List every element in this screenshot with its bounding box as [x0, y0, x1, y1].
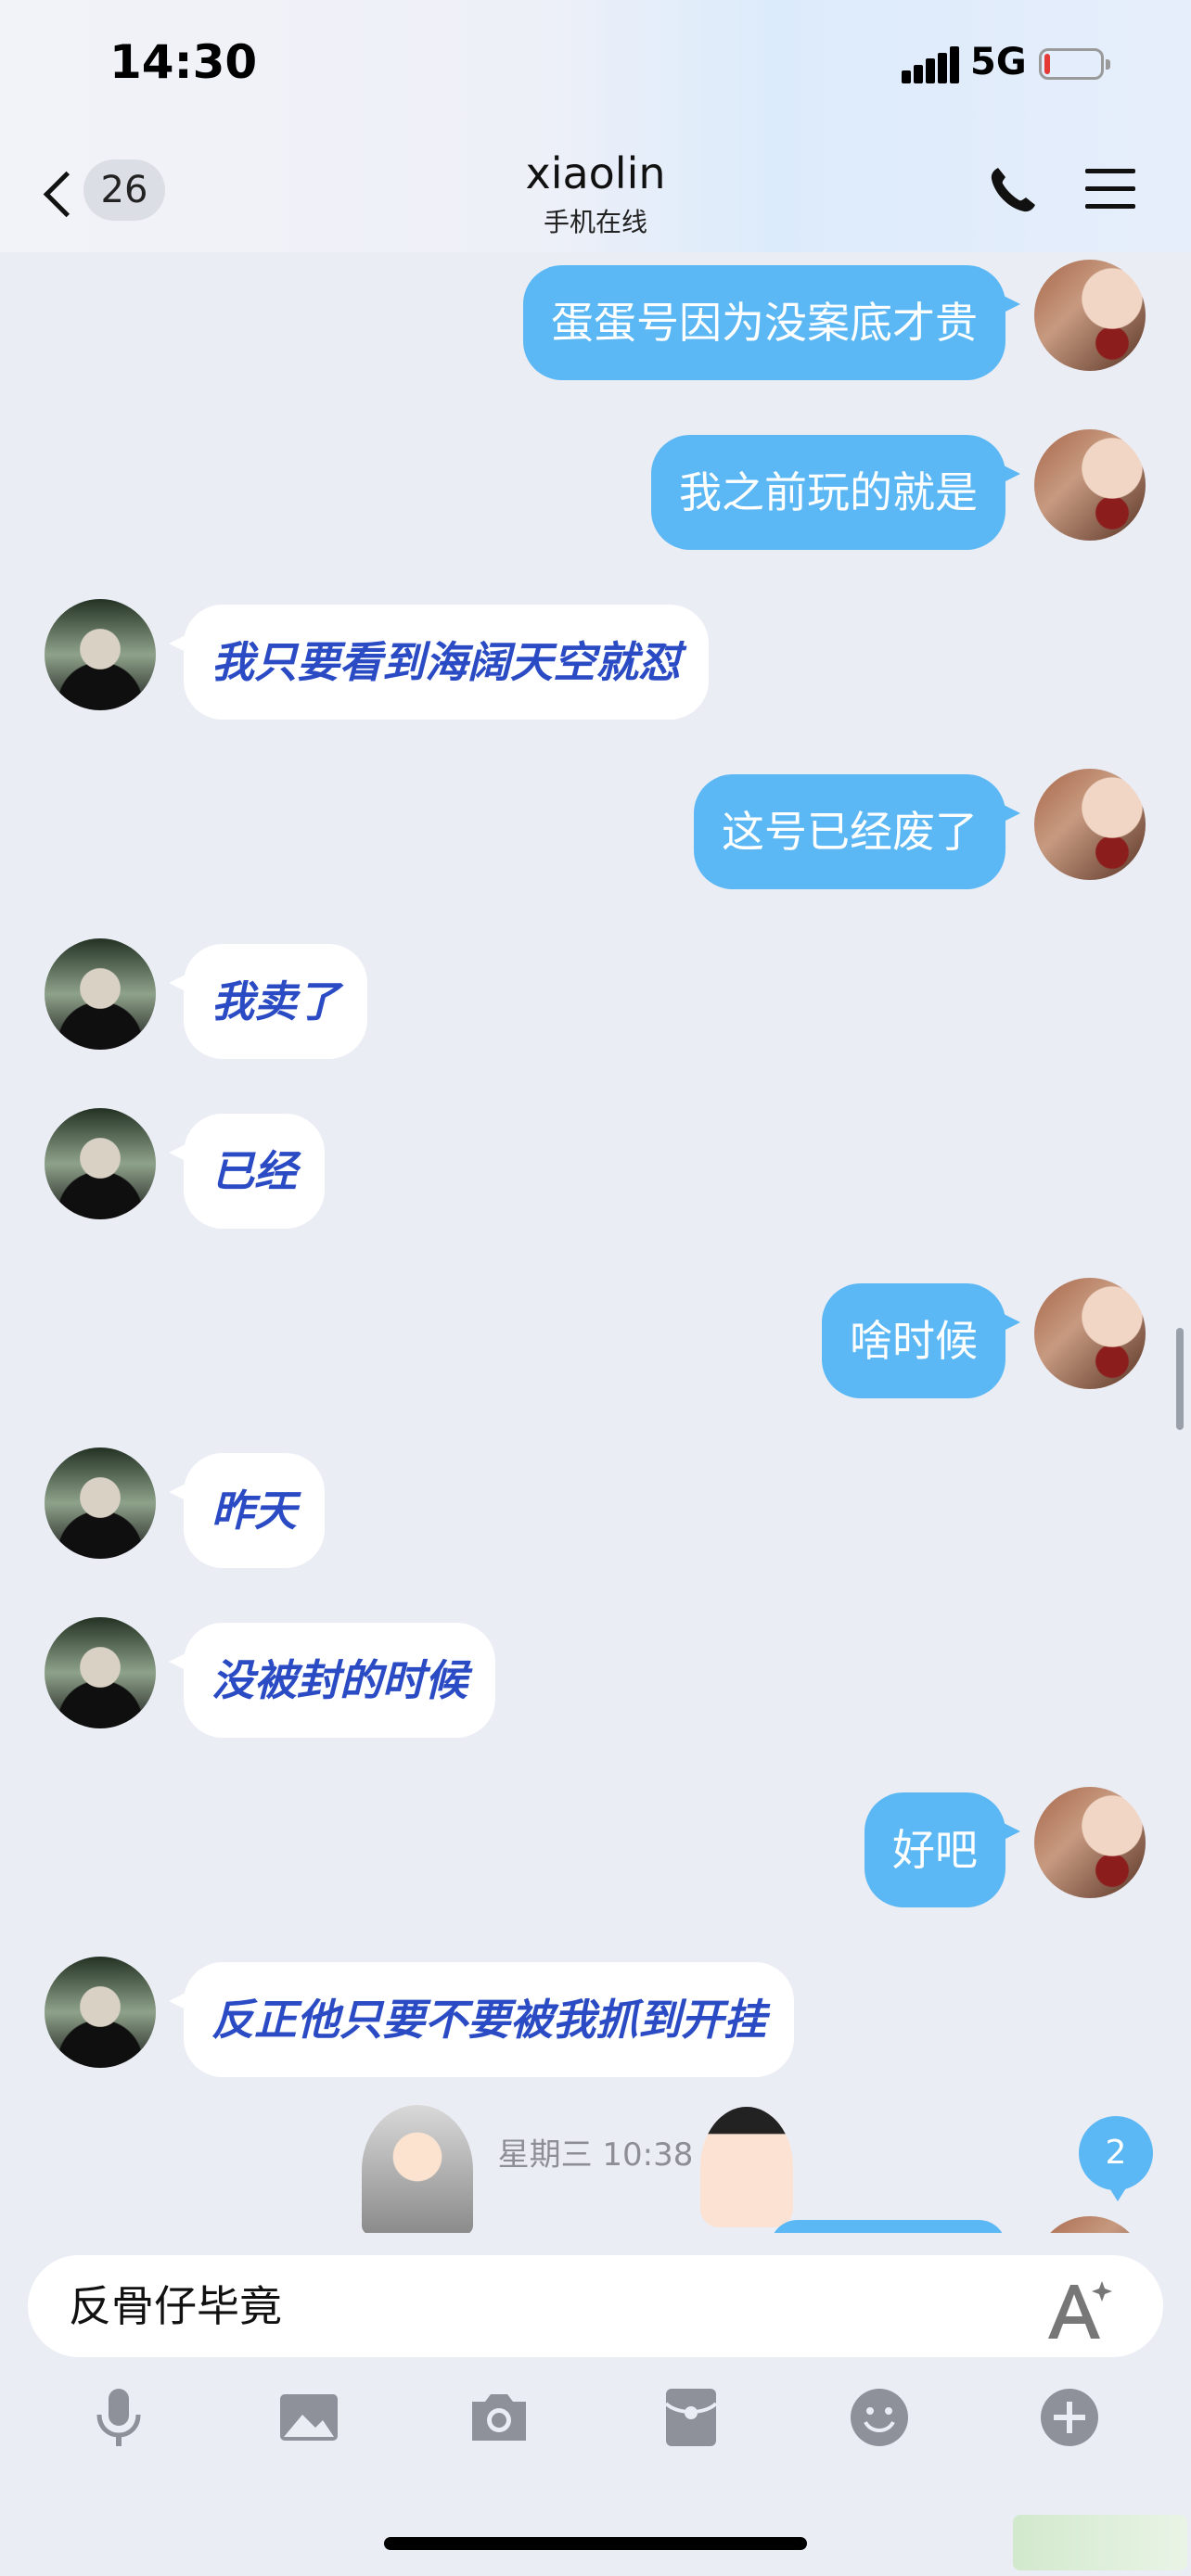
network-label: 5G: [970, 41, 1027, 83]
message-bubble[interactable]: 我卖了: [169, 944, 367, 1059]
plus-icon[interactable]: [1037, 2385, 1102, 2450]
message-timestamp: 星期三 10:38: [497, 2136, 694, 2174]
avatar[interactable]: [45, 938, 156, 1050]
microphone-icon[interactable]: [86, 2385, 151, 2450]
avatar[interactable]: [1034, 769, 1146, 880]
avatar[interactable]: [1034, 2216, 1146, 2233]
red-packet-icon[interactable]: [659, 2385, 724, 2450]
home-indicator[interactable]: [384, 2537, 807, 2550]
avatar[interactable]: [1034, 260, 1146, 371]
watermark-logo: [1013, 2515, 1187, 2570]
phone-call-icon[interactable]: [985, 162, 1041, 218]
top-bar: 14:30 5G 26 xiaolin 手机在线: [0, 0, 1191, 252]
emoji-icon[interactable]: [847, 2385, 912, 2450]
avatar[interactable]: [45, 1108, 156, 1219]
avatar[interactable]: [1034, 429, 1146, 541]
message-bubble[interactable]: 没被封的时候: [169, 1623, 495, 1738]
status-time: 14:30: [109, 35, 258, 89]
avatar[interactable]: [45, 1447, 156, 1559]
online-status: 手机在线: [543, 207, 647, 237]
message-bubble[interactable]: 啥时候: [822, 1283, 1020, 1398]
chat-area[interactable]: 蛋蛋号因为没案底才贵 我之前玩的就是 我只要看到海阔天空就怼 这号已经废了 我卖…: [0, 252, 1191, 2233]
unread-count-badge[interactable]: 26: [83, 159, 165, 221]
menu-icon[interactable]: [1085, 167, 1135, 211]
message-bubble[interactable]: 已经: [169, 1114, 325, 1229]
message-bubble[interactable]: 我只要看到海阔天空就怼: [169, 605, 709, 720]
font-style-icon[interactable]: [1041, 2276, 1115, 2342]
back-icon[interactable]: [37, 158, 74, 223]
avatar[interactable]: [45, 599, 156, 710]
avatar[interactable]: [45, 1617, 156, 1728]
image-icon[interactable]: [276, 2385, 341, 2450]
message-bubble[interactable]: 蛋蛋号因为没案底才贵: [523, 265, 1020, 380]
message-bubble[interactable]: 好吧: [864, 1792, 1020, 1907]
message-bubble[interactable]: 昨天: [169, 1453, 325, 1568]
message-bubble[interactable]: 这号已经废了: [694, 774, 1020, 889]
message-bubble-partial[interactable]: [770, 2220, 1006, 2233]
scrollbar[interactable]: [1176, 1328, 1184, 1430]
chat-title[interactable]: xiaolin: [410, 148, 781, 198]
new-message-badge[interactable]: 2: [1079, 2116, 1153, 2201]
battery-icon: [1039, 48, 1110, 80]
avatar[interactable]: [1034, 1787, 1146, 1898]
signal-icon: [902, 46, 959, 83]
message-input[interactable]: 反骨仔毕竟: [28, 2255, 1163, 2357]
camera-icon[interactable]: [467, 2385, 531, 2450]
message-bubble[interactable]: 我之前玩的就是: [651, 435, 1020, 550]
message-bubble[interactable]: 反正他只要不要被我抓到开挂: [169, 1962, 794, 2077]
avatar[interactable]: [45, 1957, 156, 2068]
avatar[interactable]: [1034, 1278, 1146, 1389]
